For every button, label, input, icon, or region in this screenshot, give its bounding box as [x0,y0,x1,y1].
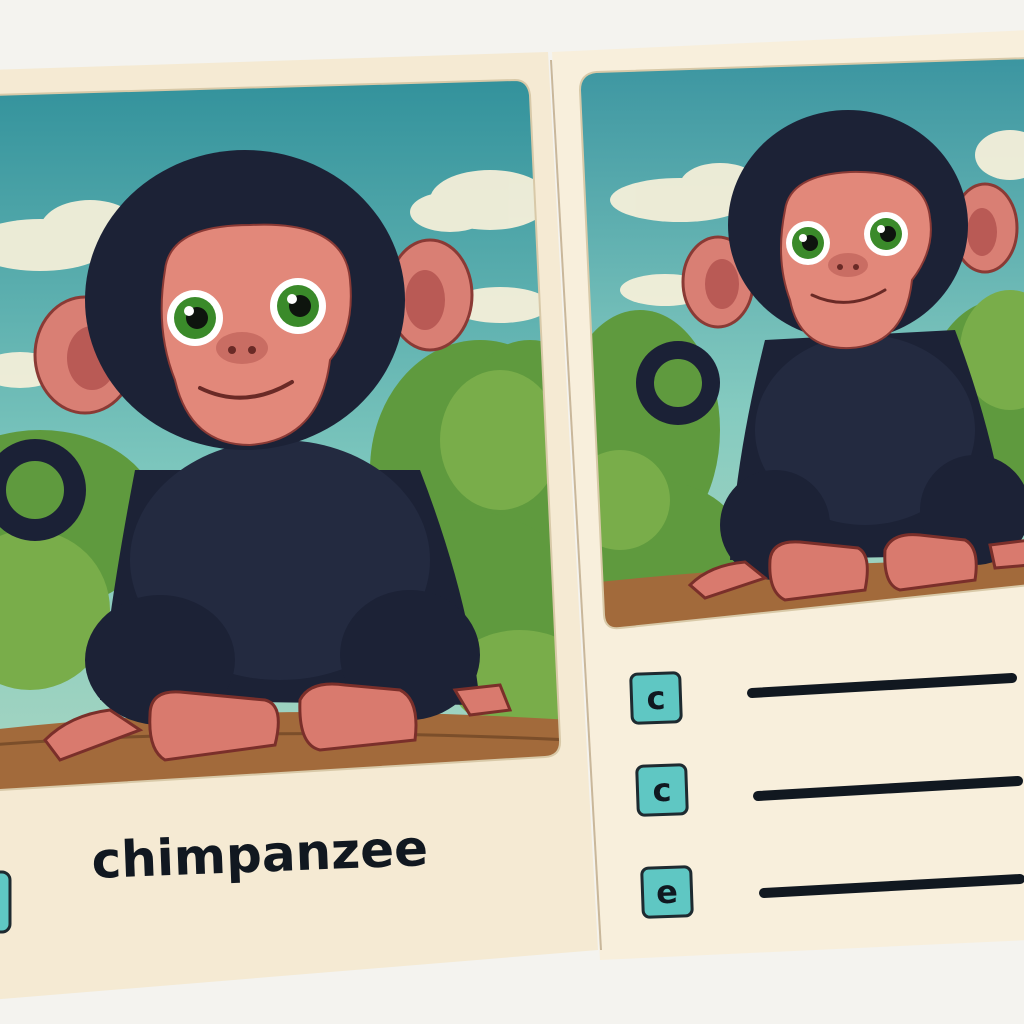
partial-letter-box [0,870,12,934]
left-illustration [0,80,561,790]
letter-box-1[interactable]: c [629,671,683,725]
right-illustration [580,58,1024,629]
word-label: chimpanzee [90,819,429,890]
letter-box-2[interactable]: c [635,763,689,817]
letter-box-3[interactable]: e [640,865,694,919]
